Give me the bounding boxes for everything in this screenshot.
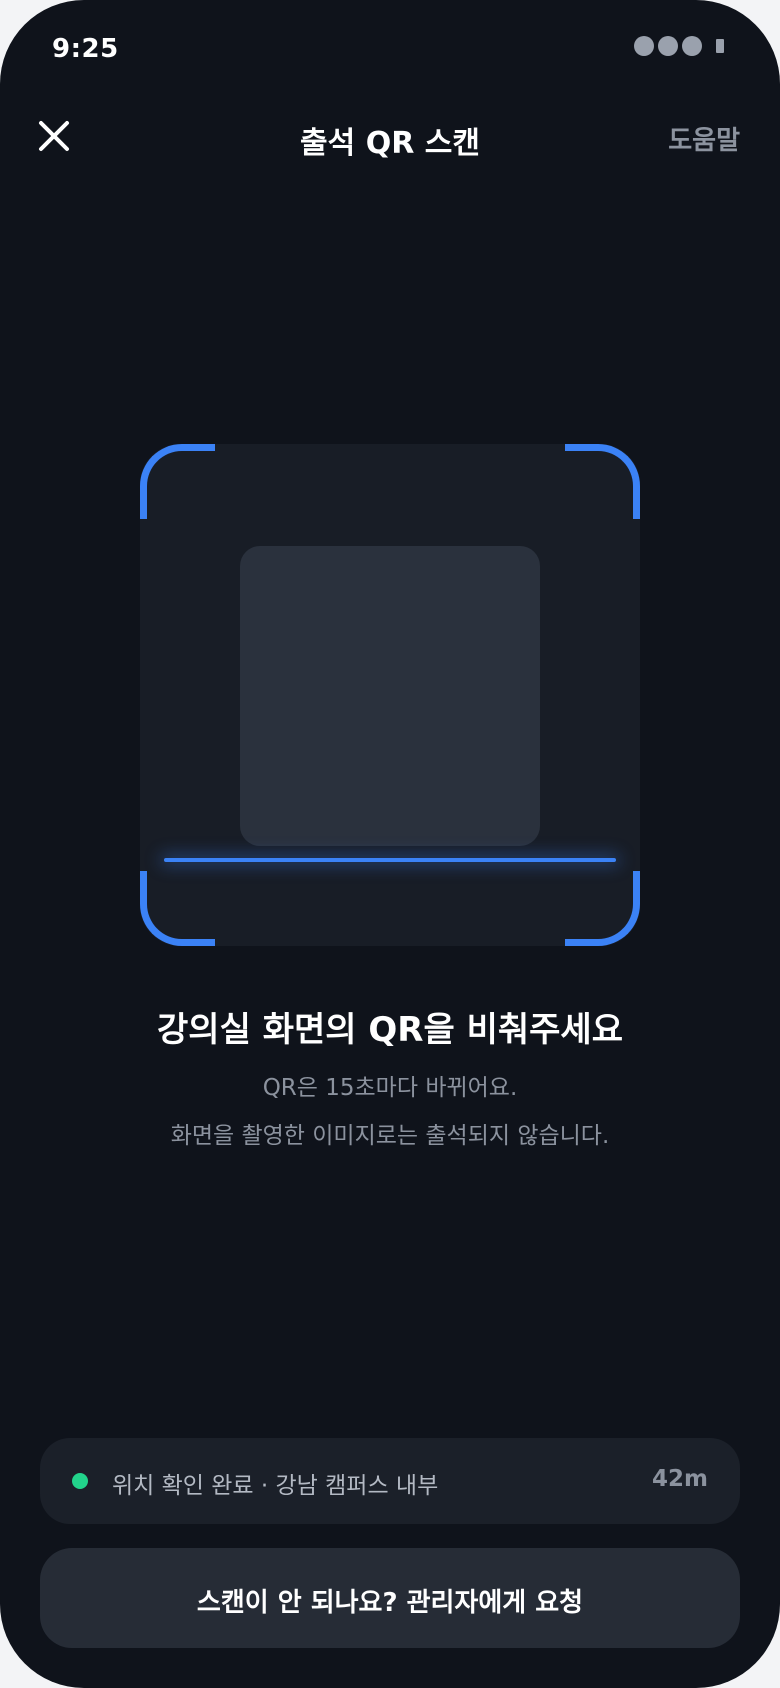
signal-dot-icon [658,36,678,56]
status-icons [634,36,724,56]
location-status-card: 위치 확인 완료 · 강남 캠퍼스 내부 42m [40,1438,740,1524]
signal-dot-icon [682,36,702,56]
viewfinder-corner-bottom-right [565,871,640,946]
request-admin-button[interactable]: 스캔이 안 되나요? 관리자에게 요청 [40,1548,740,1648]
status-bar: 9:25 [0,0,780,100]
scan-line [164,858,616,862]
instruction-line-2: 화면을 촬영한 이미지로는 출석되지 않습니다. [170,1123,610,1149]
request-admin-label: 스캔이 안 되나요? 관리자에게 요청 [196,1588,584,1618]
page-title: 출석 QR 스캔 [300,126,480,161]
instruction-line-1: QR은 15초마다 바뀌어요. [262,1075,518,1101]
instruction-title: 강의실 화면의 QR을 비춰주세요 [157,1010,623,1050]
location-status-dot-icon [72,1473,88,1489]
signal-dot-icon [634,36,654,56]
phone-screen: 9:25 출석 QR 스캔 도움말 강의실 화면의 QR을 비춰주세요 QR은 … [0,0,780,1688]
location-status-text: 위치 확인 완료 · 강남 캠퍼스 내부 [112,1473,439,1499]
status-time: 9:25 [52,34,119,64]
help-button[interactable]: 도움말 [668,120,740,157]
location-distance: 42m [652,1466,708,1492]
top-navigation: 출석 QR 스캔 도움말 [0,100,780,172]
qr-target-area [240,546,540,846]
battery-icon [716,39,724,53]
qr-scanner-viewfinder [140,444,640,946]
